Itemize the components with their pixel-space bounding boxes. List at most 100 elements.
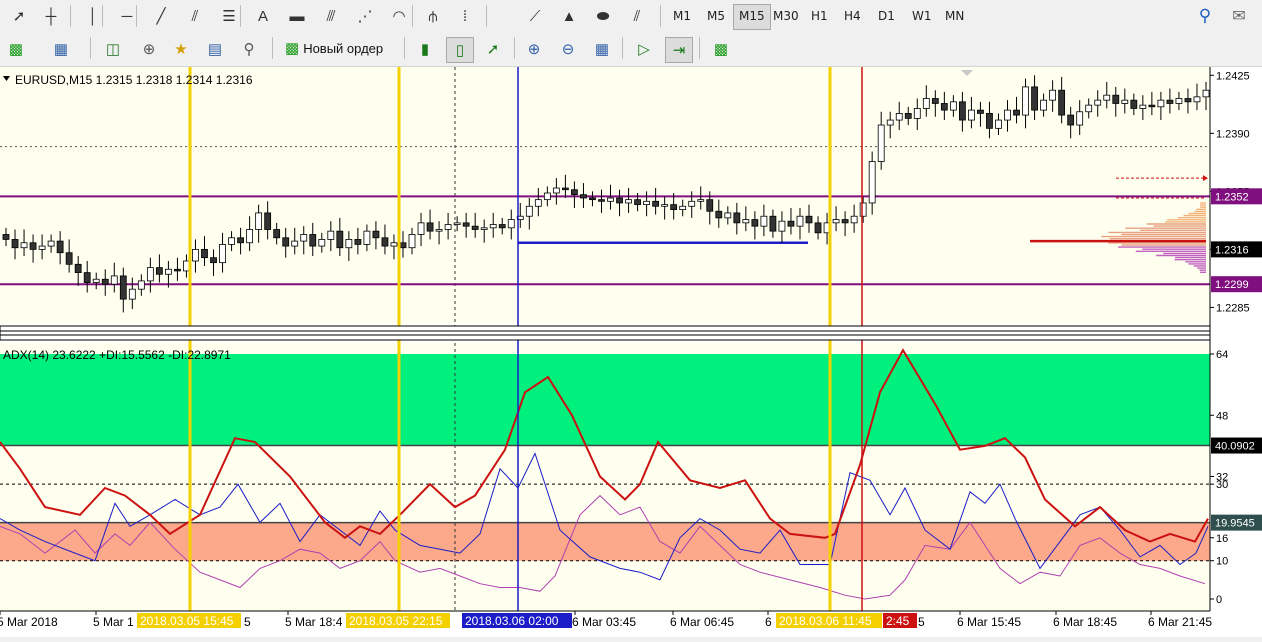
- candle-body[interactable]: [552, 187, 560, 194]
- candle-body[interactable]: [1121, 99, 1129, 104]
- candle-body[interactable]: [607, 197, 614, 202]
- ellipse-icon[interactable]: ⬬: [590, 4, 616, 28]
- crosshair-icon[interactable]: ┼: [38, 4, 64, 28]
- candle-body[interactable]: [724, 212, 732, 219]
- new-chart-icon[interactable]: ▩: [3, 37, 29, 61]
- candle-body[interactable]: [904, 113, 912, 119]
- candle-body[interactable]: [201, 248, 208, 259]
- candle-body[interactable]: [1148, 104, 1156, 108]
- candle-body[interactable]: [74, 263, 82, 273]
- candle-body[interactable]: [11, 239, 19, 249]
- candle-body[interactable]: [1013, 109, 1020, 116]
- candle-body[interactable]: [895, 113, 903, 121]
- candle-body[interactable]: [679, 205, 687, 210]
- candle-body[interactable]: [155, 267, 163, 275]
- candle-body[interactable]: [922, 98, 930, 109]
- candle-body[interactable]: [571, 189, 578, 196]
- candle-body[interactable]: [264, 212, 272, 230]
- candle-body[interactable]: [444, 224, 452, 230]
- candle-body[interactable]: [697, 199, 705, 202]
- timeframe-d1-button[interactable]: D1: [873, 4, 900, 28]
- candle-body[interactable]: [128, 288, 136, 300]
- candle-body[interactable]: [480, 227, 488, 230]
- text-tool-icon[interactable]: A: [250, 4, 276, 28]
- candle-body[interactable]: [83, 272, 91, 283]
- candle-body[interactable]: [949, 101, 957, 111]
- candle-body[interactable]: [598, 199, 605, 202]
- timeframe-m30-button[interactable]: M30: [768, 4, 804, 28]
- candle-body[interactable]: [146, 267, 154, 282]
- candle-body[interactable]: [462, 222, 470, 227]
- candle-body[interactable]: [435, 229, 443, 232]
- candle-body[interactable]: [787, 220, 795, 227]
- candle-body[interactable]: [174, 268, 181, 272]
- indicators-icon[interactable]: ▩: [708, 37, 734, 61]
- candle-body[interactable]: [796, 215, 804, 227]
- candle-body[interactable]: [841, 219, 849, 224]
- candle-body[interactable]: [886, 119, 894, 126]
- candle-body[interactable]: [47, 240, 55, 247]
- candle-body[interactable]: [291, 240, 299, 247]
- candle-body[interactable]: [652, 200, 660, 207]
- tile-windows-icon[interactable]: ▦: [589, 37, 615, 61]
- candle-body[interactable]: [814, 222, 822, 234]
- candle-body[interactable]: [1067, 114, 1075, 126]
- candle-body[interactable]: [805, 215, 813, 224]
- fibonacci-channel-icon[interactable]: ⫻: [318, 4, 344, 28]
- candle-body[interactable]: [534, 199, 542, 207]
- candle-body[interactable]: [589, 197, 596, 201]
- candle-body[interactable]: [192, 248, 199, 262]
- candle-body[interactable]: [137, 280, 145, 290]
- candle-body[interactable]: [1184, 98, 1192, 103]
- candle-body[interactable]: [1040, 99, 1047, 111]
- candle-body[interactable]: [110, 275, 118, 285]
- candle-body[interactable]: [1139, 104, 1147, 109]
- candle-body[interactable]: [913, 108, 921, 119]
- candle-body[interactable]: [38, 245, 46, 250]
- candle-body[interactable]: [1175, 98, 1183, 104]
- candle-body[interactable]: [345, 239, 353, 249]
- candle-body[interactable]: [1004, 109, 1011, 121]
- candle-body[interactable]: [670, 204, 678, 210]
- candle-body[interactable]: [426, 222, 434, 232]
- pane-separator[interactable]: [0, 325, 1211, 341]
- equidistant-channel-icon[interactable]: ⫽: [182, 4, 208, 28]
- candle-body[interactable]: [940, 103, 948, 111]
- candle-body[interactable]: [751, 219, 759, 227]
- candle-body[interactable]: [877, 124, 885, 162]
- candle-body[interactable]: [1166, 99, 1174, 104]
- terminal-icon[interactable]: ▤: [202, 37, 228, 61]
- timeframe-h1-button[interactable]: H1: [806, 4, 833, 28]
- candle-body[interactable]: [525, 205, 533, 217]
- candle-body[interactable]: [625, 199, 632, 204]
- fibonacci-fan-icon[interactable]: ⋰: [352, 4, 378, 28]
- candle-body[interactable]: [1112, 94, 1120, 104]
- timeframe-m15-button[interactable]: M15: [733, 4, 771, 30]
- candle-body[interactable]: [56, 240, 64, 254]
- candle-body[interactable]: [986, 113, 993, 129]
- candle-body[interactable]: [381, 237, 389, 247]
- candle-body[interactable]: [318, 239, 326, 247]
- data-window-icon[interactable]: ⊕: [136, 37, 162, 61]
- candle-body[interactable]: [165, 268, 172, 275]
- candle-body[interactable]: [968, 109, 975, 121]
- candle-body[interactable]: [327, 230, 335, 240]
- candle-body[interactable]: [237, 237, 244, 244]
- candle-body[interactable]: [228, 237, 235, 245]
- candle-body[interactable]: [561, 187, 569, 191]
- candle-body[interactable]: [1103, 94, 1111, 101]
- candle-body[interactable]: [931, 98, 939, 104]
- candle-body[interactable]: [958, 101, 966, 121]
- gann-fan-icon[interactable]: ⟋: [522, 4, 548, 28]
- candle-body[interactable]: [1202, 89, 1210, 98]
- candle-body[interactable]: [219, 244, 226, 264]
- candle-body[interactable]: [760, 215, 768, 227]
- navigator-icon[interactable]: ★: [168, 37, 194, 61]
- candle-body[interactable]: [246, 229, 254, 244]
- text-label-icon[interactable]: ▬: [284, 4, 310, 28]
- market-watch-icon[interactable]: ◫: [100, 37, 126, 61]
- cursor-arrow-icon[interactable]: ➚: [6, 4, 32, 28]
- candle-body[interactable]: [778, 220, 786, 232]
- triangle-icon[interactable]: ▲: [556, 4, 582, 28]
- candle-body[interactable]: [20, 242, 28, 249]
